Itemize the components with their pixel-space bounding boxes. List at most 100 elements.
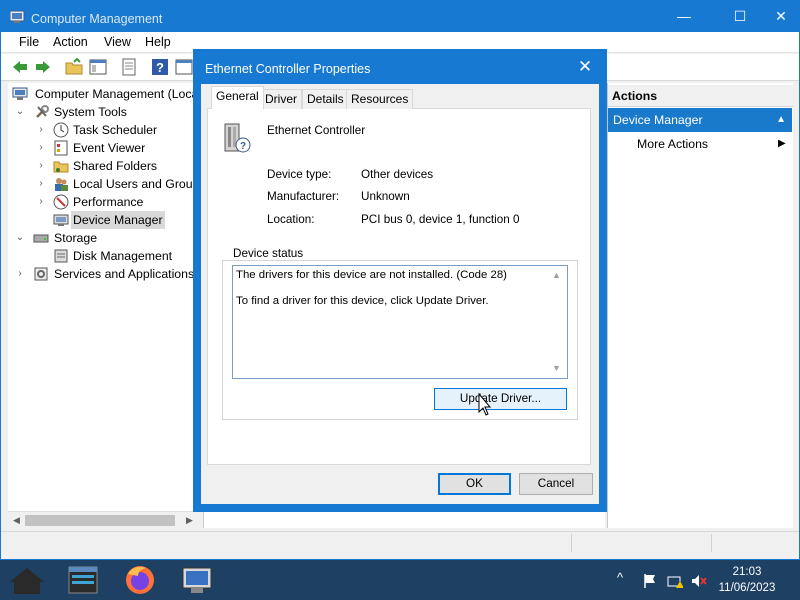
forward-arrow-icon[interactable] (34, 58, 52, 76)
close-button[interactable]: ✕ (758, 1, 800, 32)
menu-view[interactable]: View (104, 35, 131, 49)
location-value: PCI bus 0, device 1, function 0 (361, 213, 520, 226)
tree-label-performance: Performance (73, 195, 144, 209)
tree-horizontal-scrollbar[interactable]: ◀ ▶ (8, 511, 200, 528)
expand-chevron-icon[interactable]: › (35, 175, 47, 193)
show-hide-tree-icon[interactable] (89, 58, 107, 76)
tree-label-event-viewer: Event Viewer (73, 141, 146, 155)
properties-dialog: Ethernet Controller Properties ✕ General… (193, 49, 607, 512)
tree-label-device-manager: Device Manager (71, 211, 165, 229)
status-segment (571, 534, 711, 552)
unknown-device-icon: ? (224, 123, 251, 153)
svg-text:?: ? (156, 60, 164, 75)
services-icon (34, 267, 48, 281)
actions-section-label: Device Manager (613, 113, 703, 127)
users-icon (55, 178, 68, 191)
taskbar: ^ 21:03 11/06/2023 (0, 560, 800, 600)
maximize-button[interactable]: ☐ (717, 1, 763, 32)
location-label: Location: (267, 213, 315, 226)
menu-action[interactable]: Action (53, 35, 88, 49)
expand-chevron-icon[interactable]: › (35, 139, 47, 157)
clock-icon (53, 122, 69, 138)
back-arrow-icon[interactable] (11, 58, 29, 76)
main-window-title: Computer Management (31, 12, 163, 26)
up-folder-icon[interactable] (65, 58, 83, 76)
device-type-label: Device type: (267, 168, 332, 181)
scroll-up-icon[interactable]: ▲ (552, 270, 561, 280)
svg-text:?: ? (240, 141, 246, 152)
status-vertical-scrollbar[interactable]: ▲ ▼ (549, 267, 566, 377)
scroll-thumb[interactable] (25, 515, 175, 526)
tools-icon (36, 105, 49, 118)
terminal-icon[interactable] (56, 560, 108, 600)
help-icon[interactable]: ? (151, 58, 169, 76)
view-pane-icon[interactable] (175, 58, 193, 76)
event-viewer-icon (54, 140, 68, 156)
scroll-down-icon[interactable]: ▼ (552, 363, 561, 373)
device-manager-icon (53, 214, 69, 226)
tab-resources[interactable]: Resources (346, 89, 414, 109)
clock-date: 11/06/2023 (718, 582, 776, 594)
update-driver-button[interactable]: Update Driver... (434, 388, 567, 410)
device-status-label: Device status (231, 247, 306, 260)
tab-details[interactable]: Details (302, 89, 349, 109)
network-warning-icon[interactable] (667, 573, 683, 589)
tab-driver[interactable]: Driver (260, 89, 302, 109)
computer-management-taskbar-icon[interactable] (171, 560, 223, 600)
collapse-chevron-icon[interactable]: ⌄ (14, 229, 26, 247)
status-bar (1, 531, 799, 553)
scroll-left-icon[interactable]: ◀ (13, 515, 20, 526)
cancel-button[interactable]: Cancel (519, 473, 593, 495)
disk-icon (54, 249, 68, 263)
actions-section-device-manager[interactable]: Device Manager ▲ (608, 108, 792, 132)
status-message-line1: The drivers for this device are not inst… (236, 269, 507, 281)
expand-chevron-icon[interactable]: › (35, 193, 47, 211)
flag-icon[interactable] (642, 573, 658, 589)
collapse-caret-icon[interactable]: ▲ (776, 108, 786, 132)
tree-label-system-tools: System Tools (54, 105, 127, 119)
firefox-icon[interactable] (114, 560, 166, 600)
main-titlebar[interactable]: Computer Management — ☐ ✕ (1, 1, 799, 32)
start-icon[interactable] (0, 560, 52, 600)
device-status-textbox[interactable]: The drivers for this device are not inst… (232, 265, 568, 379)
status-message-line2: To find a driver for this device, click … (236, 295, 489, 307)
ok-button[interactable]: OK (438, 473, 511, 495)
tree-label-disk-management: Disk Management (73, 249, 173, 263)
tree-label-storage: Storage (54, 231, 98, 245)
expand-chevron-icon[interactable]: › (35, 157, 47, 175)
tree-label-local-users: Local Users and Groups (73, 177, 206, 191)
manufacturer-value: Unknown (361, 190, 410, 203)
tab-general[interactable]: General (211, 86, 264, 109)
expand-chevron-icon[interactable]: › (35, 121, 47, 139)
dialog-close-button[interactable]: ✕ (573, 57, 597, 77)
dialog-title: Ethernet Controller Properties (205, 62, 371, 76)
properties-icon[interactable] (120, 58, 138, 76)
computer-management-icon (12, 87, 28, 100)
tree-label-shared-folders: Shared Folders (73, 159, 158, 173)
more-actions-link[interactable]: More Actions (637, 135, 708, 153)
volume-muted-icon[interactable] (691, 573, 707, 589)
dialog-titlebar[interactable]: Ethernet Controller Properties ✕ (193, 49, 607, 84)
tree-label-task-scheduler: Task Scheduler (73, 123, 158, 137)
menu-help[interactable]: Help (145, 35, 171, 49)
menu-file[interactable]: File (19, 35, 39, 49)
actions-pane: Actions Device Manager ▲ More Actions ▶ (607, 83, 794, 528)
collapse-chevron-icon[interactable]: ⌄ (14, 103, 26, 121)
expand-chevron-icon[interactable]: › (14, 265, 26, 283)
clock[interactable]: 21:03 11/06/2023 (712, 564, 782, 596)
tree-label-services: Services and Applications (54, 267, 195, 281)
shared-folder-icon (53, 161, 69, 173)
show-hidden-icons-button[interactable]: ^ (617, 570, 623, 585)
manufacturer-label: Manufacturer: (267, 190, 340, 203)
performance-icon (53, 194, 69, 210)
mouse-cursor-icon (478, 393, 492, 416)
scroll-right-icon[interactable]: ▶ (186, 515, 193, 526)
computer-management-app-icon (10, 10, 25, 23)
console-tree: Computer Management (Loca ⌄ System Tools… (8, 83, 206, 528)
submenu-arrow-icon: ▶ (778, 138, 786, 149)
status-segment (711, 534, 799, 552)
minimize-button[interactable]: — (661, 1, 707, 32)
device-name: Ethernet Controller (267, 124, 366, 137)
storage-icon (33, 234, 49, 243)
device-type-value: Other devices (361, 168, 434, 181)
